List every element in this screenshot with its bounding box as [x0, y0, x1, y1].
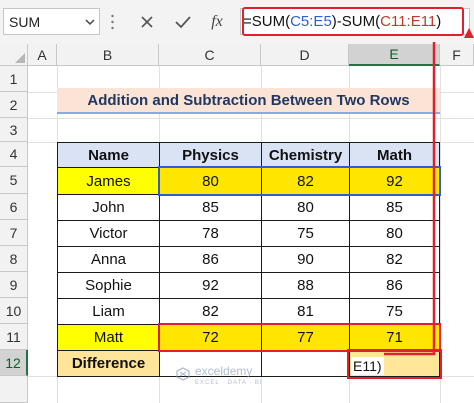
- header-cell-physics[interactable]: Physics: [159, 142, 262, 168]
- formula-highlight-box: [242, 7, 464, 36]
- watermark: exceldemy EXCEL · DATA · BI: [176, 362, 263, 386]
- name-box[interactable]: SUM: [3, 8, 100, 35]
- row-header-12[interactable]: 12: [0, 350, 28, 376]
- row-header-5[interactable]: 5: [0, 167, 28, 194]
- column-header-b[interactable]: B: [57, 44, 159, 66]
- cell-name[interactable]: John: [57, 194, 160, 221]
- difference-label[interactable]: Difference: [57, 350, 160, 377]
- select-all-corner[interactable]: [0, 44, 28, 66]
- cell-physics[interactable]: 85: [159, 194, 262, 221]
- column-header-a[interactable]: A: [28, 44, 57, 66]
- cell-chemistry[interactable]: 90: [261, 246, 350, 273]
- drag-handle-icon[interactable]: [111, 12, 114, 32]
- cell-chemistry[interactable]: 82: [261, 167, 350, 195]
- cell-physics[interactable]: 72: [159, 324, 262, 351]
- row-header-13[interactable]: [0, 376, 28, 403]
- cell-chemistry[interactable]: 80: [261, 194, 350, 221]
- cell-physics[interactable]: 82: [159, 298, 262, 325]
- close-icon: [141, 16, 153, 28]
- cell-physics[interactable]: 80: [159, 167, 262, 195]
- cell-chemistry[interactable]: 81: [261, 298, 350, 325]
- row-header-1[interactable]: 1: [0, 66, 28, 92]
- row-header-9[interactable]: 9: [0, 272, 28, 298]
- cell-name[interactable]: James: [57, 167, 160, 195]
- row-header-3[interactable]: 3: [0, 118, 28, 142]
- exceldemy-logo-icon: [176, 367, 190, 381]
- connector-arrow: [384, 42, 436, 356]
- row-header-10[interactable]: 10: [0, 298, 28, 324]
- name-box-value: SUM: [9, 14, 41, 30]
- row-header-11[interactable]: 11: [0, 324, 28, 350]
- column-header-d[interactable]: D: [261, 44, 349, 66]
- row-header-8[interactable]: 8: [0, 246, 28, 272]
- fx-icon: fx: [211, 13, 223, 30]
- cell-physics[interactable]: 92: [159, 272, 262, 299]
- cell-edit-overflow-text: E11): [351, 357, 384, 375]
- cell-physics[interactable]: 86: [159, 246, 262, 273]
- cell-physics[interactable]: 78: [159, 220, 262, 247]
- cell-name[interactable]: Sophie: [57, 272, 160, 299]
- header-cell-chemistry[interactable]: Chemistry: [261, 142, 350, 168]
- cell-name[interactable]: Matt: [57, 324, 160, 351]
- cell-name[interactable]: Liam: [57, 298, 160, 325]
- row-header-2[interactable]: 2: [0, 92, 28, 118]
- header-cell-name[interactable]: Name: [57, 142, 160, 168]
- cancel-button[interactable]: [135, 10, 159, 34]
- cell-chemistry[interactable]: 77: [261, 324, 350, 351]
- difference-chemistry-cell[interactable]: [261, 350, 350, 377]
- row-header-7[interactable]: 7: [0, 220, 28, 246]
- cell-name[interactable]: Anna: [57, 246, 160, 273]
- watermark-name: exceldemy: [195, 364, 253, 378]
- row-header-4[interactable]: 4: [0, 142, 28, 167]
- cell-chemistry[interactable]: 75: [261, 220, 350, 247]
- enter-button[interactable]: [171, 10, 195, 34]
- row-header-6[interactable]: 6: [0, 194, 28, 220]
- cell-name[interactable]: Victor: [57, 220, 160, 247]
- watermark-tagline: EXCEL · DATA · BI: [195, 380, 263, 386]
- chevron-down-icon[interactable]: [85, 15, 95, 29]
- insert-function-button[interactable]: fx: [205, 10, 229, 34]
- cell-chemistry[interactable]: 88: [261, 272, 350, 299]
- column-header-c[interactable]: C: [159, 44, 261, 66]
- check-icon: [175, 16, 191, 29]
